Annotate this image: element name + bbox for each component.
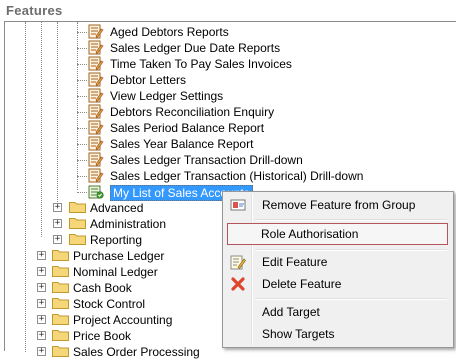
tree-folder-cash-book[interactable]: + Cash Book bbox=[5, 280, 205, 296]
folder-icon bbox=[52, 314, 69, 325]
context-menu: Remove Feature from Group Role Authorisa… bbox=[222, 191, 454, 348]
folder-icon bbox=[69, 202, 86, 213]
tree-folder-nominal-ledger[interactable]: + Nominal Ledger bbox=[5, 264, 205, 280]
report-label: Sales Ledger Due Date Reports bbox=[110, 41, 281, 55]
folder-label: Sales Order Processing bbox=[73, 345, 200, 359]
folder-label: Reporting bbox=[90, 233, 143, 247]
report-icon bbox=[88, 120, 104, 135]
tree-item-report[interactable]: Sales Year Balance Report bbox=[5, 136, 265, 152]
folder-icon bbox=[52, 282, 69, 293]
delete-x-icon bbox=[231, 277, 245, 291]
tree-item-report[interactable]: Debtors Reconciliation Enquiry bbox=[5, 104, 274, 120]
menu-label: Add Target bbox=[262, 305, 320, 319]
menu-item-edit-feature[interactable]: Edit Feature bbox=[225, 251, 449, 273]
menu-item-role-authorisation[interactable]: Role Authorisation bbox=[227, 223, 448, 245]
report-icon bbox=[88, 40, 104, 55]
folder-label: Purchase Ledger bbox=[73, 249, 165, 263]
menu-item-delete-feature[interactable]: Delete Feature bbox=[225, 273, 449, 295]
report-icon bbox=[88, 56, 104, 71]
report-label: Debtors Reconciliation Enquiry bbox=[110, 105, 275, 119]
report-label: Time Taken To Pay Sales Invoices bbox=[110, 57, 292, 71]
tree-item-my-list-of-sales-accounts[interactable]: My List of Sales Accounts bbox=[5, 184, 253, 201]
tree-item-report[interactable]: Sales Ledger Transaction Drill-down bbox=[5, 152, 325, 168]
report-label: Sales Ledger Transaction Drill-down bbox=[110, 153, 303, 167]
folder-label: Administration bbox=[90, 217, 167, 231]
report-icon bbox=[88, 104, 104, 119]
report-icon bbox=[88, 168, 104, 183]
menu-item-add-target[interactable]: Add Target bbox=[225, 301, 449, 323]
report-label: Sales Year Balance Report bbox=[110, 137, 254, 151]
folder-icon bbox=[52, 250, 69, 261]
expand-plus-icon[interactable]: + bbox=[53, 235, 62, 244]
report-label: Sales Ledger Transaction (Historical) Dr… bbox=[110, 169, 364, 183]
menu-separator bbox=[255, 298, 447, 300]
menu-label: Show Targets bbox=[262, 327, 335, 341]
list-feature-icon bbox=[88, 185, 104, 199]
tree-item-report[interactable]: Sales Period Balance Report bbox=[5, 120, 265, 136]
folder-icon bbox=[69, 218, 86, 229]
expand-plus-icon[interactable]: + bbox=[37, 347, 46, 356]
expand-plus-icon[interactable]: + bbox=[37, 315, 46, 324]
expand-plus-icon[interactable]: + bbox=[53, 219, 62, 228]
menu-label: Delete Feature bbox=[262, 277, 342, 291]
tree-folder-purchase-ledger[interactable]: + Purchase Ledger bbox=[5, 248, 205, 264]
folder-label: Price Book bbox=[73, 329, 132, 343]
report-icon bbox=[88, 152, 104, 167]
menu-item-show-targets[interactable]: Show Targets bbox=[225, 323, 449, 345]
tree-folder-sales-order-processing[interactable]: + Sales Order Processing bbox=[5, 344, 205, 360]
report-label: Debtor Letters bbox=[110, 73, 187, 87]
menu-item-remove-feature[interactable]: Remove Feature from Group bbox=[225, 194, 449, 216]
edit-icon bbox=[230, 255, 246, 270]
tree-item-report[interactable]: View Ledger Settings bbox=[5, 88, 225, 104]
report-icon bbox=[88, 24, 104, 39]
report-icon bbox=[88, 136, 104, 151]
folder-label: Cash Book bbox=[73, 281, 132, 295]
menu-label: Role Authorisation bbox=[261, 227, 359, 241]
tree-folder-stock-control[interactable]: + Stock Control bbox=[5, 296, 205, 312]
report-label: View Ledger Settings bbox=[110, 89, 224, 103]
expand-plus-icon[interactable]: + bbox=[53, 203, 62, 212]
report-icon bbox=[88, 72, 104, 87]
folder-label: Nominal Ledger bbox=[73, 265, 158, 279]
tree-folder-reporting[interactable]: + Reporting bbox=[5, 232, 205, 248]
remove-from-group-icon bbox=[230, 199, 246, 211]
tree-item-report[interactable]: Sales Ledger Due Date Reports bbox=[5, 40, 280, 56]
tree-folder-project-accounting[interactable]: + Project Accounting bbox=[5, 312, 205, 328]
folder-label: Advanced bbox=[90, 201, 144, 215]
expand-plus-icon[interactable]: + bbox=[37, 283, 46, 292]
report-icon bbox=[88, 88, 104, 103]
tree-item-report[interactable]: Aged Debtors Reports bbox=[5, 24, 245, 40]
folder-icon bbox=[52, 266, 69, 277]
report-label: Sales Period Balance Report bbox=[110, 121, 265, 135]
tree-folder-administration[interactable]: + Administration bbox=[5, 216, 205, 232]
tree-item-report[interactable]: Time Taken To Pay Sales Invoices bbox=[5, 56, 292, 72]
folder-label: Stock Control bbox=[73, 297, 146, 311]
menu-label: Edit Feature bbox=[262, 255, 328, 269]
expand-plus-icon[interactable]: + bbox=[37, 251, 46, 260]
expand-plus-icon[interactable]: + bbox=[37, 267, 46, 276]
report-label: Aged Debtors Reports bbox=[110, 25, 229, 39]
menu-label: Remove Feature from Group bbox=[262, 198, 416, 212]
folder-icon bbox=[52, 346, 69, 357]
expand-plus-icon[interactable]: + bbox=[37, 299, 46, 308]
menu-separator bbox=[255, 219, 447, 221]
folder-icon bbox=[69, 234, 86, 245]
tree-folder-advanced[interactable]: + Advanced bbox=[5, 200, 205, 216]
features-header: Features bbox=[0, 0, 456, 22]
folder-icon bbox=[52, 298, 69, 309]
folder-icon bbox=[52, 330, 69, 341]
expand-plus-icon[interactable]: + bbox=[37, 331, 46, 340]
tree-folder-price-book[interactable]: + Price Book bbox=[5, 328, 205, 344]
tree-item-report[interactable]: Sales Ledger Transaction (Historical) Dr… bbox=[5, 168, 363, 184]
folder-label: Project Accounting bbox=[73, 313, 173, 327]
features-title: Features bbox=[6, 3, 63, 18]
tree-item-report[interactable]: Debtor Letters bbox=[5, 72, 205, 88]
